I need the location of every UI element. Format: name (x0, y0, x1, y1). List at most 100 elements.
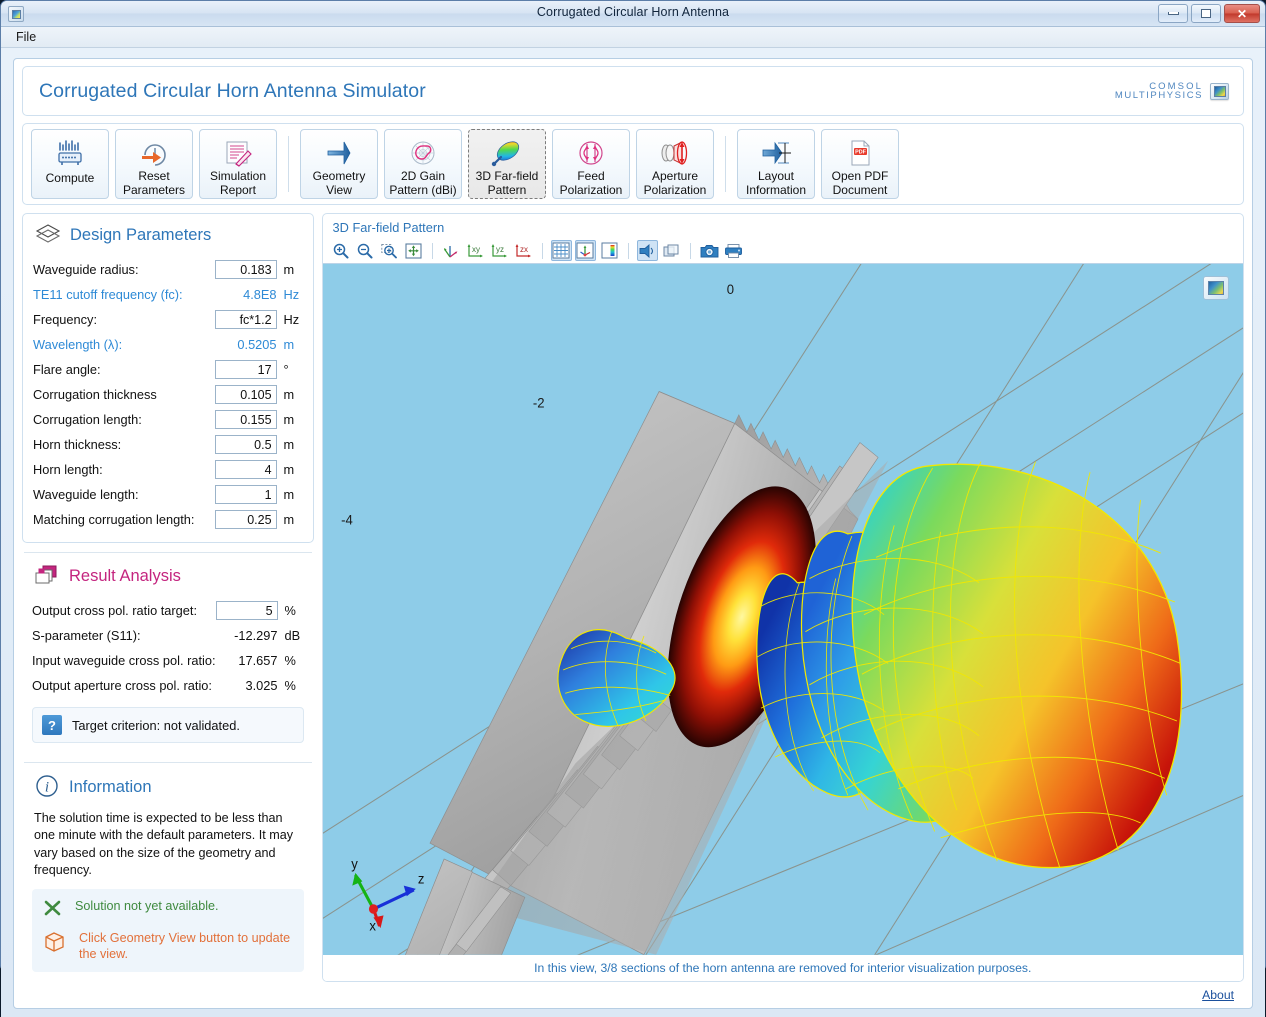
farfield-lobe-icon (491, 139, 523, 167)
snapshot-icon[interactable] (699, 240, 720, 261)
design-parameter-label: Waveguide length: (33, 487, 215, 502)
svg-text:xy: xy (472, 245, 480, 254)
svg-text:x: x (369, 918, 376, 933)
stacked-windows-icon (34, 564, 60, 589)
zoom-box-icon[interactable] (379, 240, 400, 261)
status-text-geometry: Click Geometry View button to update the… (79, 930, 294, 963)
polar-plot-icon (408, 139, 438, 167)
scene-light-icon[interactable] (637, 240, 658, 261)
toolbar-button-2d-gain[interactable]: 2D GainPattern (dBi) (384, 129, 462, 199)
menu-item-file[interactable]: File (9, 28, 43, 46)
design-parameter-input[interactable]: 0.5 (215, 435, 277, 454)
design-parameter-input[interactable]: 0.155 (215, 410, 277, 429)
result-analysis-row: Output aperture cross pol. ratio:3.025% (32, 673, 304, 698)
toolbar-button-label: FeedPolarization (560, 170, 623, 198)
comsol-watermark-icon (1203, 276, 1229, 300)
zoom-in-icon[interactable] (331, 240, 352, 261)
design-parameter-label: Matching corrugation length: (33, 512, 215, 527)
print-icon[interactable] (723, 240, 744, 261)
toolbar-button-layout[interactable]: LayoutInformation (737, 129, 815, 199)
toolbar-button-aperture[interactable]: AperturePolarization (636, 129, 714, 199)
design-parameter-label: Wavelength (λ): (33, 337, 215, 352)
show-color-legend-icon[interactable] (599, 240, 620, 261)
go-to-default-view-icon[interactable] (441, 240, 462, 261)
toolbar-button-open-pdf[interactable]: PDFOpen PDFDocument (821, 129, 899, 199)
window-title: Corrugated Circular Horn Antenna (1, 5, 1265, 19)
result-analysis-value: -12.297 (216, 628, 278, 643)
svg-text:y: y (351, 856, 358, 871)
axis-tick-minus2: -2 (532, 395, 544, 410)
design-parameter-input[interactable]: 4 (215, 460, 277, 479)
view-xy-icon[interactable]: xy (465, 240, 486, 261)
transparency-icon[interactable] (661, 240, 682, 261)
design-parameter-row: Frequency:fc*1.2Hz (33, 307, 303, 332)
minimize-button[interactable] (1158, 4, 1188, 23)
design-parameter-unit: m (277, 462, 303, 477)
design-parameter-input[interactable]: 17 (215, 360, 277, 379)
show-axis-orientation-icon[interactable] (575, 240, 596, 261)
graphics-panel: 3D Far-field Pattern xyyzzx (322, 213, 1244, 982)
result-analysis-unit: % (278, 603, 304, 618)
toolbar-button-label: LayoutInformation (746, 170, 806, 198)
zoom-extents-icon[interactable] (403, 240, 424, 261)
application-window: Corrugated Circular Horn Antenna ✕ File … (0, 0, 1266, 970)
question-badge-icon: ? (42, 715, 62, 735)
toolbar-separator (725, 136, 726, 192)
axis-tick-0: 0 (726, 281, 733, 296)
result-analysis-row: Output cross pol. ratio target:5% (32, 598, 304, 623)
design-parameters-header: Design Parameters (35, 223, 303, 248)
toolbar-button-label: GeometryView (313, 170, 366, 198)
status-box: Solution not yet available. (32, 889, 304, 972)
design-parameters-card: Design Parameters Waveguide radius:0.183… (22, 213, 314, 543)
design-parameter-value: 0.5205 (215, 337, 277, 352)
maximize-button[interactable] (1191, 4, 1221, 23)
about-link[interactable]: About (1202, 988, 1234, 1002)
svg-text:PDF: PDF (855, 150, 866, 156)
view-yz-icon[interactable]: yz (489, 240, 510, 261)
design-parameter-row: Flare angle:17° (33, 357, 303, 382)
design-parameter-label: Corrugation thickness (33, 387, 215, 402)
status-row-solution: Solution not yet available. (42, 898, 294, 921)
toolbar-button-reset[interactable]: ResetParameters (115, 129, 193, 199)
toolbar-button-compute[interactable]: Compute (31, 129, 109, 199)
result-analysis-value: 3.025 (216, 678, 278, 693)
show-grid-icon[interactable] (551, 240, 572, 261)
result-analysis-row: S-parameter (S11):-12.297dB (32, 623, 304, 648)
information-title: Information (69, 778, 152, 797)
client-area: Corrugated Circular Horn Antenna Simulat… (1, 48, 1265, 1017)
view-zx-icon[interactable]: zx (513, 240, 534, 261)
result-analysis-unit: % (278, 678, 304, 693)
design-parameter-label: Horn length: (33, 462, 215, 477)
result-analysis-input[interactable]: 5 (216, 601, 278, 620)
toolbar-button-feed[interactable]: FeedPolarization (552, 129, 630, 199)
result-analysis-unit: % (278, 653, 304, 668)
design-parameter-unit: ° (277, 362, 303, 377)
design-parameter-input[interactable]: 0.105 (215, 385, 277, 404)
farfield-3d-scene: 0 -2 -4 (323, 264, 1243, 955)
graphics-panel-title: 3D Far-field Pattern (323, 214, 1243, 238)
graphics-canvas-wrap[interactable]: 0 -2 -4 (323, 264, 1243, 955)
result-analysis-label: Output cross pol. ratio target: (32, 603, 216, 618)
graphics-toolbar-separator (432, 243, 433, 259)
design-parameter-input[interactable]: fc*1.2 (215, 310, 277, 329)
zoom-out-icon[interactable] (355, 240, 376, 261)
graphics-toolbar-separator (690, 243, 691, 259)
design-parameter-row: Waveguide radius:0.183m (33, 257, 303, 282)
toolbar-button-simulation[interactable]: SimulationReport (199, 129, 277, 199)
design-parameter-input[interactable]: 1 (215, 485, 277, 504)
design-parameter-input[interactable]: 0.25 (215, 510, 277, 529)
app-header: Corrugated Circular Horn Antenna Simulat… (22, 66, 1244, 116)
close-button[interactable]: ✕ (1224, 4, 1260, 23)
design-parameter-row: TE11 cutoff frequency (fc):4.8E8Hz (33, 282, 303, 307)
horn-geometry-icon (322, 139, 356, 167)
design-parameter-row: Horn length:4m (33, 457, 303, 482)
design-parameter-input[interactable]: 0.183 (215, 260, 277, 279)
design-parameter-label: Horn thickness: (33, 437, 215, 452)
toolbar-button-3d-far-field[interactable]: 3D Far-fieldPattern (468, 129, 546, 199)
graphics-canvas[interactable]: 0 -2 -4 (323, 264, 1243, 955)
toolbar-button-geometry[interactable]: GeometryView (300, 129, 378, 199)
menu-bar: File (1, 27, 1265, 48)
design-parameter-value: 4.8E8 (215, 287, 277, 302)
feed-polarization-icon (576, 139, 606, 167)
design-parameter-label: Frequency: (33, 312, 215, 327)
